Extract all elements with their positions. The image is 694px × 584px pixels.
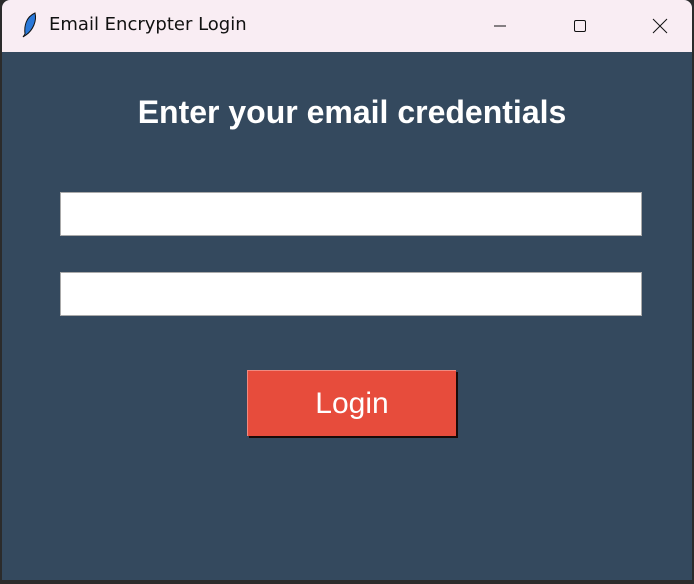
page-heading: Enter your email credentials xyxy=(137,94,567,130)
close-button[interactable] xyxy=(620,0,692,52)
email-input[interactable] xyxy=(60,192,642,236)
close-icon xyxy=(652,18,668,34)
minimize-icon xyxy=(494,25,506,27)
window-title: Email Encrypter Login xyxy=(49,14,247,35)
feather-icon xyxy=(22,12,36,38)
password-input[interactable] xyxy=(60,272,642,316)
app-window: Email Encrypter Login Enter your email c… xyxy=(2,0,692,580)
maximize-button[interactable] xyxy=(540,0,620,52)
minimize-button[interactable] xyxy=(460,0,540,52)
title-bar: Email Encrypter Login xyxy=(2,0,692,52)
maximize-icon xyxy=(574,20,586,32)
login-button[interactable]: Login xyxy=(247,370,456,436)
